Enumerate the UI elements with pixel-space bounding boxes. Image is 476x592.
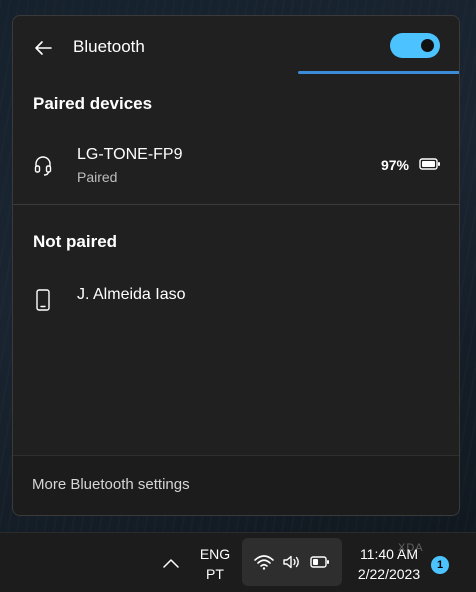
- headset-icon: [33, 154, 53, 178]
- show-hidden-icons-button[interactable]: [160, 553, 182, 573]
- scan-progress: [298, 71, 459, 74]
- flyout-footer: More Bluetooth settings: [13, 455, 459, 515]
- more-bluetooth-settings-link[interactable]: More Bluetooth settings: [32, 476, 190, 493]
- battery-icon: [419, 157, 441, 176]
- bluetooth-toggle[interactable]: [390, 33, 440, 58]
- input-language-button[interactable]: ENG PT: [195, 544, 235, 584]
- battery-icon: [310, 556, 329, 568]
- quick-settings-tray[interactable]: [242, 538, 342, 586]
- device-name: J. Almeida Iaso: [77, 286, 186, 303]
- flyout-title: Bluetooth: [73, 37, 145, 56]
- taskbar: ENG PT 11:40 AM 2/22/2023 1: [0, 532, 476, 592]
- chevron-up-icon: [163, 559, 179, 568]
- back-arrow-icon: [35, 41, 52, 55]
- speaker-icon: [283, 555, 299, 569]
- phone-icon: [33, 288, 53, 312]
- section-divider: [13, 204, 459, 205]
- keyboard-layout-code: PT: [206, 566, 224, 582]
- language-code: ENG: [199, 546, 231, 562]
- device-item-j-almeida[interactable]: J. Almeida Iaso: [13, 274, 459, 330]
- notification-badge[interactable]: 1: [431, 556, 449, 574]
- device-battery-percent: 97%: [380, 157, 409, 173]
- wifi-icon: [254, 555, 274, 570]
- toggle-knob: [421, 39, 434, 52]
- device-status: Paired: [77, 169, 118, 185]
- not-paired-heading: Not paired: [33, 232, 118, 251]
- bluetooth-flyout: Bluetooth Paired devices LG-TONE-FP9 Pai…: [12, 15, 460, 516]
- device-name: LG-TONE-FP9: [77, 146, 183, 163]
- device-item-lg-tone[interactable]: LG-TONE-FP9 Paired 97%: [13, 140, 459, 196]
- clock-date: 2/22/2023: [357, 566, 421, 582]
- scan-progress-fill: [298, 71, 459, 74]
- paired-devices-heading: Paired devices: [33, 94, 153, 113]
- back-button[interactable]: [29, 34, 57, 62]
- flyout-header: Bluetooth: [13, 16, 459, 78]
- watermark: XDA: [398, 542, 424, 554]
